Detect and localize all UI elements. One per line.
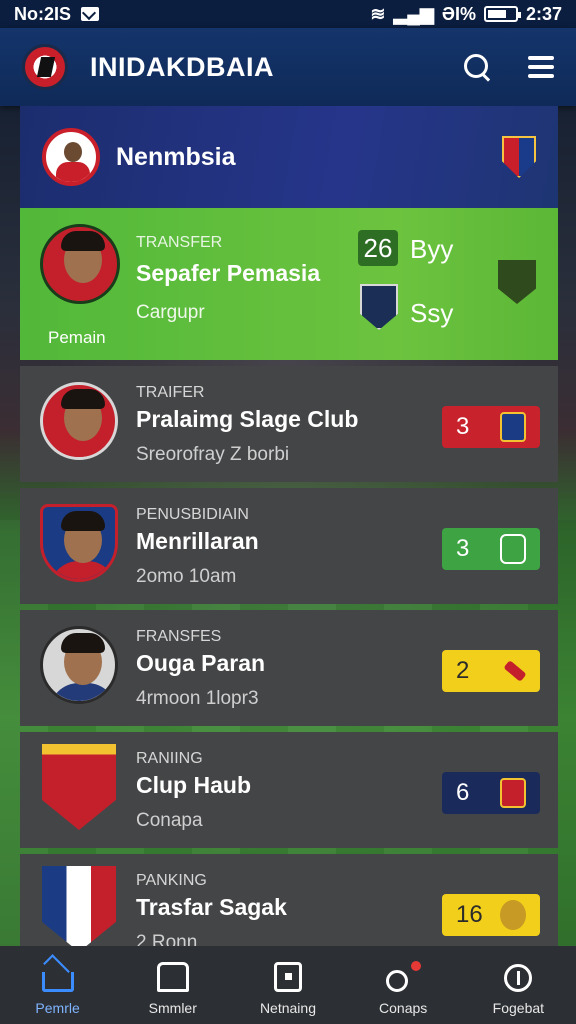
- nav-label: Conaps: [379, 1000, 428, 1016]
- news-list: Nenmbsia Pemain TRANSFER Sepafer Pemasia…: [20, 106, 558, 953]
- club-shield-icon: [502, 136, 536, 178]
- item-title: Ouga Paran: [136, 650, 266, 676]
- nav-football[interactable]: Fogebat: [468, 964, 568, 1016]
- nav-matches[interactable]: Conaps: [353, 961, 453, 1016]
- search-icon[interactable]: [462, 52, 492, 82]
- score-badge: 3: [442, 406, 540, 448]
- battery-percent: ƏI%: [441, 3, 476, 24]
- app-title: INIDAKDBAIA: [90, 51, 274, 82]
- item-kicker: FRANSFES: [136, 628, 222, 645]
- item-kicker: PENUSBIDIAIN: [136, 506, 249, 523]
- badge-value: 16: [456, 901, 483, 928]
- item-title: Clup Haub: [136, 772, 251, 798]
- compass-icon: [504, 964, 533, 992]
- card-kicker: TRANSFER: [136, 234, 223, 251]
- nav-label: Smmler: [148, 1000, 197, 1016]
- list-item[interactable]: FRANSFES Ouga Paran 4rmoon 1lopr3 2: [20, 610, 558, 726]
- nav-label: Fogebat: [492, 1000, 545, 1016]
- item-subtitle: Sreorofray Z borbi: [136, 444, 290, 465]
- list-item[interactable]: TRAIFER Pralaimg Slage Club Sreorofray Z…: [20, 366, 558, 482]
- nav-ranking[interactable]: Netnaing: [238, 962, 338, 1016]
- status-bar: No:2IS ≋ ▂▄▆ ƏI% 2:37: [0, 0, 576, 28]
- opponent-crest-icon: [498, 260, 536, 304]
- carrier-text: No:2IS: [14, 3, 72, 24]
- club-badge-icon: [500, 412, 526, 442]
- item-subtitle: 4rmoon 1lopr3: [136, 688, 259, 709]
- player-photo: [40, 504, 118, 582]
- item-title: Trasfar Sagak: [136, 894, 287, 920]
- item-kicker: TRAIFER: [136, 384, 205, 401]
- score-value: 26: [358, 230, 398, 266]
- whistle-icon: [503, 660, 527, 682]
- list-item[interactable]: PANKING Trasfar Sagak 2 Ronn 16: [20, 854, 558, 953]
- badge-value: 6: [456, 779, 470, 806]
- team-header[interactable]: Nenmbsia: [20, 106, 558, 208]
- home-icon: [41, 972, 74, 992]
- team-avatar: [42, 128, 100, 186]
- player-photo: [40, 224, 120, 304]
- nav-squad[interactable]: Smmler: [123, 962, 223, 1016]
- trophy-icon: [500, 900, 526, 930]
- menu-icon[interactable]: [528, 56, 554, 78]
- item-subtitle: Conapa: [136, 810, 203, 831]
- score-label: Byy: [410, 234, 454, 264]
- nav-home[interactable]: Pemrle: [8, 962, 108, 1016]
- score-badge: 16: [442, 894, 540, 936]
- signal-icon: ▂▄▆: [393, 3, 434, 24]
- item-subtitle: 2omo 10am: [136, 566, 237, 587]
- club-crest-icon: [42, 744, 116, 830]
- second-label: Ssy: [410, 298, 454, 328]
- player-photo: [40, 382, 118, 460]
- score-badge: 6: [442, 772, 540, 814]
- list-item[interactable]: RANIING Clup Haub Conapa 6: [20, 732, 558, 848]
- club-badge-icon: [500, 778, 526, 808]
- featured-transfer-card[interactable]: Pemain TRANSFER Sepafer Pemasia Cargupr …: [20, 208, 558, 360]
- item-kicker: RANIING: [136, 750, 203, 767]
- team-name: Nenmbsia: [116, 142, 236, 171]
- badge-value: 3: [456, 413, 470, 440]
- item-kicker: PANKING: [136, 872, 207, 889]
- whistle-icon: [386, 961, 422, 992]
- nav-label: Pemrle: [35, 1000, 80, 1016]
- card-title: Sepafer Pemasia: [136, 260, 321, 286]
- shirt-icon: [156, 962, 189, 992]
- score-badge: 2: [442, 650, 540, 692]
- badge-value: 2: [456, 657, 470, 684]
- app-bar: INIDAKDBAIA: [0, 28, 576, 106]
- item-title: Pralaimg Slage Club: [136, 406, 359, 432]
- item-title: Menrillaran: [136, 528, 259, 554]
- battery-icon: [483, 6, 521, 22]
- shield-icon: [500, 534, 526, 564]
- bottom-nav: Pemrle Smmler Netnaing Conaps Fogebat: [0, 946, 576, 1024]
- mail-icon: [81, 7, 100, 21]
- player-photo: [40, 626, 118, 704]
- card-icon: [273, 962, 302, 992]
- app-logo[interactable]: [22, 44, 68, 90]
- clock: 2:37: [525, 3, 562, 24]
- card-subtitle: Cargupr: [136, 302, 205, 323]
- wifi-icon: ≋: [370, 3, 386, 24]
- club-crest-icon: [42, 866, 116, 952]
- photo-caption: Pemain: [48, 328, 106, 347]
- nav-label: Netnaing: [259, 1000, 316, 1016]
- club-crest-icon: [360, 284, 398, 330]
- list-item[interactable]: PENUSBIDIAIN Menrillaran 2omo 10am 3: [20, 488, 558, 604]
- badge-value: 3: [456, 535, 470, 562]
- score-badge: 3: [442, 528, 540, 570]
